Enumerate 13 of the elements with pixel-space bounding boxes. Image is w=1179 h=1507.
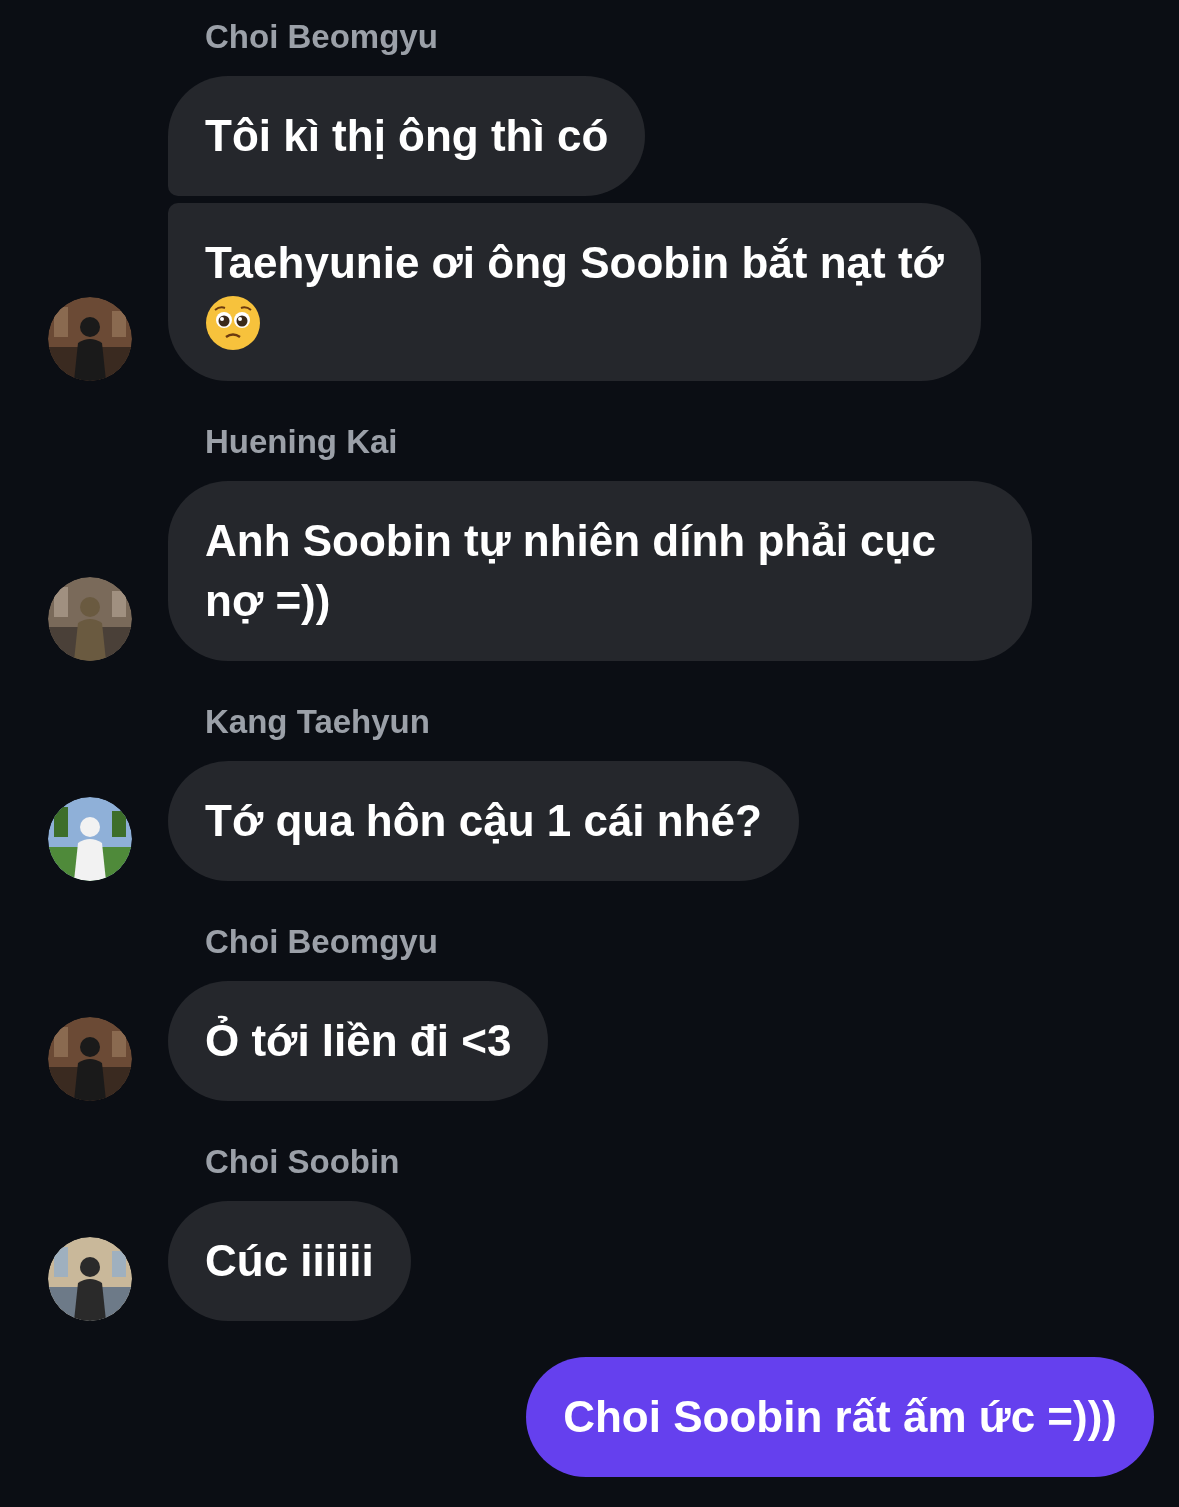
pleading-face-icon: [205, 295, 261, 351]
message-bubble: Ỏ tới liền đi <3: [168, 981, 549, 1101]
sender-name: Choi Beomgyu: [205, 922, 439, 962]
message-text: Taehyunie ơi ông Soobin bắt nạt tớ: [205, 237, 944, 289]
sender-name: Choi Beomgyu: [205, 17, 439, 57]
sender-name: Huening Kai: [205, 422, 399, 462]
sender-name: Choi Soobin: [205, 1142, 401, 1182]
message-bubble: Anh Soobin tự nhiên dính phải cục nợ =)): [168, 481, 1032, 661]
message-bubble: Tớ qua hôn cậu 1 cái nhé?: [168, 761, 799, 881]
message-bubble: Cúc iiiiii: [168, 1201, 411, 1321]
message-bubble: Tôi kì thị ông thì có: [168, 76, 646, 196]
message-bubble: Choi Soobin rất ấm ức =))): [526, 1357, 1154, 1477]
sender-name: Kang Taehyun: [205, 702, 431, 742]
